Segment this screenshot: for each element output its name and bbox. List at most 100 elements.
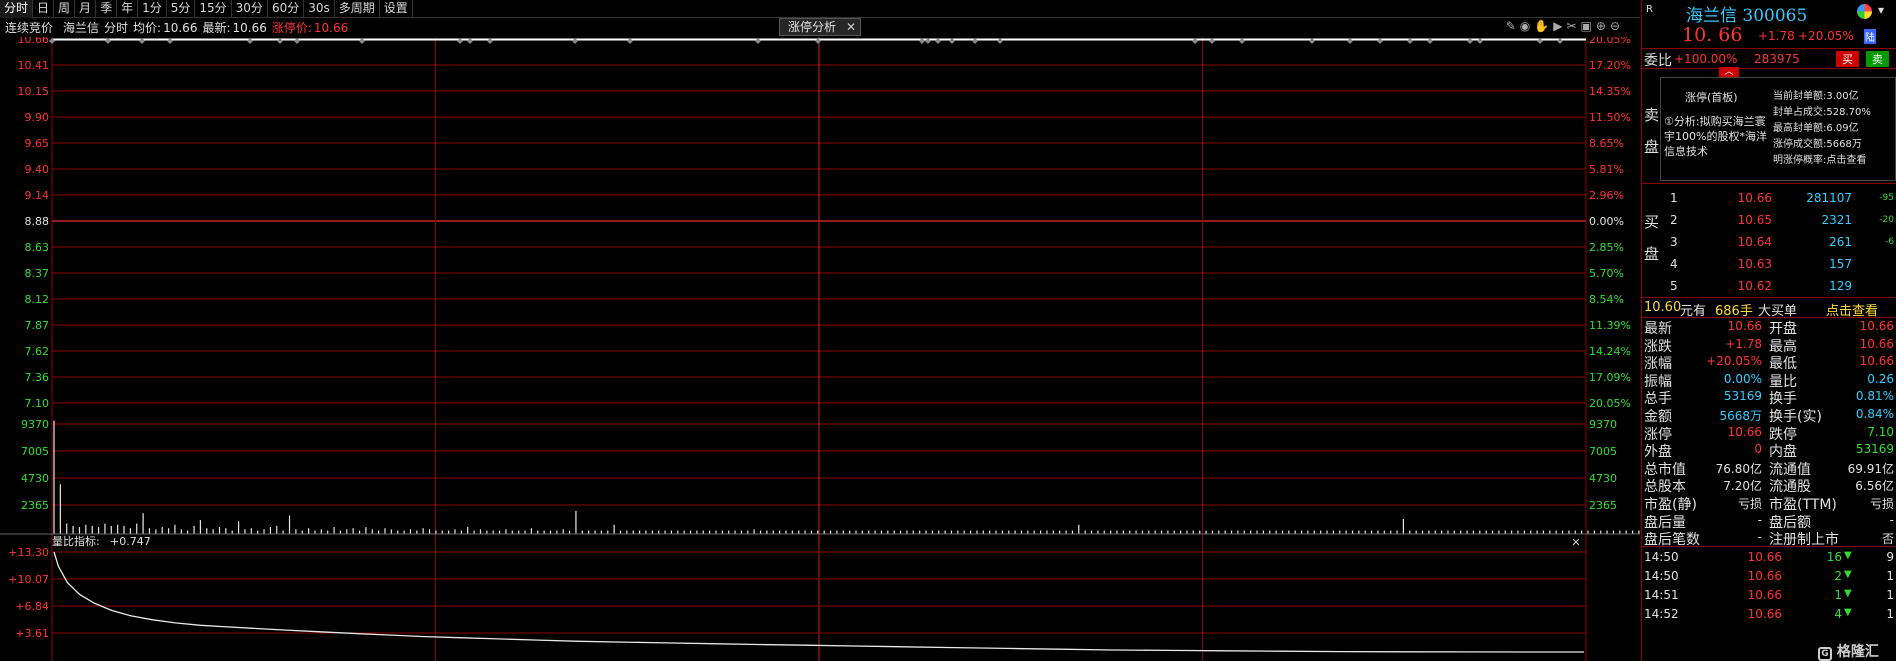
period-tab-9[interactable]: 30分 (232, 0, 268, 18)
price-row: 10. 66 +1.78 +20.05% 陆 (1642, 24, 1896, 48)
price-tick: 9.90 (25, 111, 50, 124)
weibi-row: 委比 +100.00% 283975 买 卖 (1642, 48, 1896, 69)
zt-stat-row: 明涨停概率:点击查看 (1773, 153, 1895, 169)
pct-tick: 17.20% (1589, 59, 1631, 72)
pct-tick: 0.00% (1589, 215, 1624, 228)
price-tick: 8.12 (25, 293, 50, 306)
bid-row[interactable]: 4 10.63 157 (1642, 254, 1896, 276)
zt-stat-label: 明涨停概率: (1773, 155, 1827, 166)
zt-stat-value: 3.00亿 (1826, 91, 1859, 102)
period-tab-11[interactable]: 30s (304, 0, 335, 18)
quote-value: - (1889, 512, 1894, 527)
period-tab-6[interactable]: 1分 (138, 0, 167, 18)
pen-icon[interactable]: ✎ (1506, 19, 1516, 33)
zt-stat-value: 5668万 (1826, 139, 1862, 150)
bid-delta: -20 (1879, 215, 1894, 225)
avg-value: 10.66 (163, 20, 198, 35)
quote-value: 0.84% (1855, 406, 1894, 421)
zoom-in-icon[interactable]: ⊕ (1596, 19, 1606, 33)
bid-row[interactable]: 5 10.62 129 (1642, 276, 1896, 298)
hand-icon[interactable]: ✋ (1534, 19, 1549, 33)
quote-value: - (1757, 512, 1762, 527)
sell-button[interactable]: 卖 (1866, 51, 1889, 67)
avg-label: 均价: (133, 21, 162, 35)
limit-label: 涨停价: (271, 21, 312, 35)
trade-price: 10.66 (1747, 569, 1782, 583)
buy-button[interactable]: 买 (1836, 51, 1859, 67)
quote-value: 76.80亿 (1715, 461, 1762, 476)
color-wheel-icon[interactable] (1857, 4, 1872, 19)
watermark-text: 格隆汇 (1836, 644, 1879, 660)
price-tick: 8.37 (25, 267, 50, 280)
bid-level: 2 (1670, 213, 1678, 227)
price-tick: 9.40 (25, 163, 50, 176)
big-order-price: 10.60 (1644, 300, 1682, 315)
trade-count: 9 (1886, 550, 1894, 564)
collapse-icon[interactable]: ︿ (1719, 67, 1739, 77)
scissors-icon[interactable]: ✂ (1566, 19, 1576, 33)
bid-volume: 281107 (1806, 191, 1852, 205)
zt-stat-value[interactable]: 点击查看 (1826, 155, 1866, 166)
chart-tools: ✎ ◉ ✋ ▶ ✂ ▣ ⊕ ⊖ (1506, 19, 1620, 33)
zt-analysis-button[interactable]: 涨停分析 ✕ (779, 18, 861, 36)
bid-row[interactable]: 2 10.65 2321 -20 (1642, 210, 1896, 232)
lb-close-icon[interactable]: ✕ (1571, 536, 1580, 549)
trade-count: 1 (1886, 607, 1894, 621)
close-icon[interactable]: ✕ (846, 19, 856, 35)
big-order-row: 10.60 元有 686手 大买单 点击查看 (1642, 297, 1896, 319)
quote-row: 涨停 10.66 跌停 7.10 (1642, 424, 1896, 443)
pct-tick: 20.05% (1589, 37, 1631, 46)
bid-volume: 129 (1829, 279, 1852, 293)
weibi-label: 委比 (1644, 53, 1672, 69)
period-tab-12[interactable]: 多周期 (335, 0, 380, 18)
pct-tick: 11.39% (1589, 319, 1631, 332)
period-tab-13[interactable]: 设置 (380, 0, 413, 18)
period-tab-7[interactable]: 5分 (167, 0, 196, 18)
zt-stat-label: 涨停成交额: (1773, 139, 1827, 150)
intraday-chart[interactable]: 10.66 20.05% 10.41 17.20% 10.15 14.35% 9.90 11.… (0, 33, 1716, 661)
bid-row[interactable]: 1 10.66 281107 -95 (1642, 188, 1896, 210)
watermark-logo: G 格隆汇 (1818, 641, 1879, 661)
period-tab-2[interactable]: 周 (54, 0, 76, 18)
pct-tick: 14.35% (1589, 85, 1631, 98)
quote-table: 最新 10.66 开盘 10.66 涨跌 +1.78 最高 10.66 涨幅 +20.05% 最低 1… (1642, 317, 1896, 548)
eye-icon[interactable]: ◉ (1520, 19, 1530, 33)
sell-side-label: 卖盘 (1644, 106, 1660, 156)
lock-icon[interactable]: ▣ (1581, 19, 1592, 33)
trade-price: 10.66 (1747, 588, 1782, 602)
bid-row[interactable]: 3 10.64 261 -6 (1642, 232, 1896, 254)
last-price: 10. 66 (1682, 24, 1743, 46)
trade-time: 14:50 (1644, 569, 1679, 583)
quote-value: 10.66 (1859, 319, 1894, 333)
pct-tick: 14.24% (1589, 345, 1631, 358)
period-tab-1[interactable]: 日 (33, 0, 55, 18)
price-tick: 10.66 (18, 37, 50, 46)
trade-price: 10.66 (1747, 607, 1782, 621)
play-icon[interactable]: ▶ (1553, 19, 1562, 33)
zt-title: 涨停(首板) (1685, 91, 1738, 104)
quote-value: 7.20亿 (1723, 479, 1762, 494)
quote-row: 涨幅 +20.05% 最低 10.66 (1642, 353, 1896, 372)
quote-row: 盘后笔数 - 注册制上市否 (1642, 529, 1896, 548)
quote-panel: R 海兰信 300065 ▾ 10. 66 +1.78 +20.05% 陆 委比… (1641, 0, 1896, 661)
zt-stat-label: 当前封单额: (1773, 91, 1827, 102)
period-tab-5[interactable]: 年 (117, 0, 139, 18)
bid-volume: 261 (1829, 235, 1852, 249)
zoom-out-icon[interactable]: ⊖ (1610, 19, 1620, 33)
down-arrow-icon: ▼ (1844, 588, 1852, 599)
weibi-count: 283975 (1754, 52, 1800, 66)
period-tab-4[interactable]: 季 (96, 0, 118, 18)
down-arrow-icon: ▼ (1844, 550, 1852, 561)
price-tick: 8.88 (25, 215, 50, 228)
weibi-value: +100.00% (1674, 52, 1738, 66)
fs-label: 分时 (104, 21, 129, 35)
trade-row: 14:50 10.66 2 ▼ 1 (1642, 566, 1896, 585)
menu-arrow-icon[interactable]: ▾ (1878, 3, 1884, 17)
zt-stat-row: 最高封单额:6.09亿 (1773, 121, 1895, 137)
period-tab-8[interactable]: 15分 (195, 0, 232, 18)
period-tab-10[interactable]: 60分 (268, 0, 305, 18)
bid-price: 10.62 (1737, 279, 1772, 293)
period-tab-3[interactable]: 月 (75, 0, 97, 18)
period-tab-0[interactable]: 分时 (0, 0, 34, 18)
quote-value: 53169 (1723, 389, 1762, 404)
